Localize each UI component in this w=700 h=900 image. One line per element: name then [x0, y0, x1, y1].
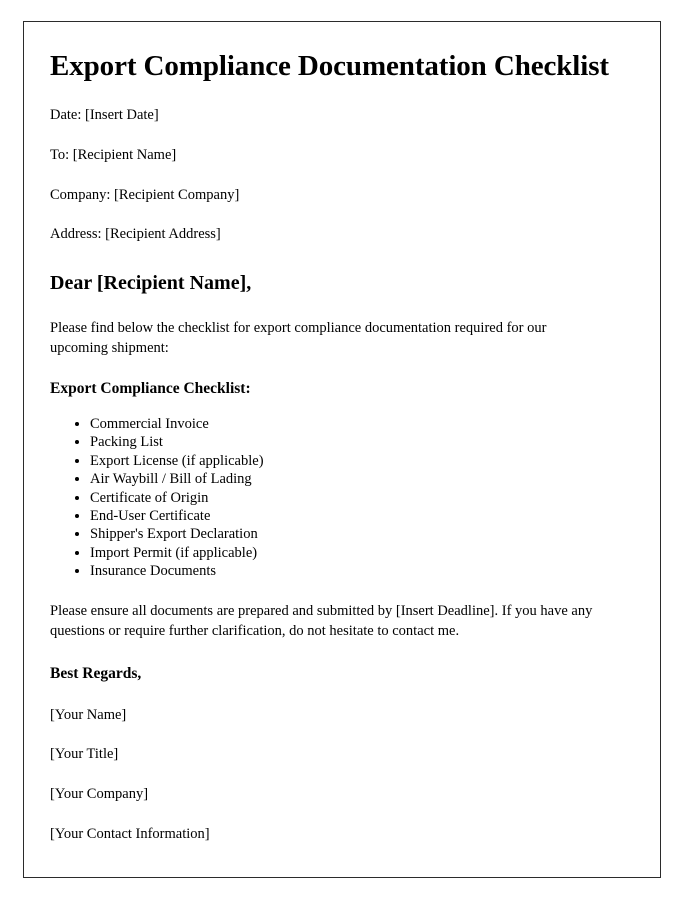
list-item: End-User Certificate — [90, 507, 622, 525]
signature-title: [Your Title] — [50, 746, 119, 763]
list-item: Export License (if applicable) — [90, 452, 622, 470]
intro-paragraph: Please find below the checklist for expo… — [50, 319, 547, 357]
signature-block: [Your Name] [Your Title] [Your Company] … — [50, 706, 622, 844]
closing-paragraph: Please ensure all documents are prepared… — [50, 602, 593, 640]
recipient-meta-block: Date: [Insert Date] To: [Recipient Name]… — [50, 106, 622, 244]
signature-name: [Your Name] — [50, 706, 127, 723]
meta-line-address: Address: [Recipient Address] — [50, 226, 221, 243]
list-item: Insurance Documents — [90, 562, 622, 580]
list-item: Certificate of Origin — [90, 489, 622, 507]
list-item: Shipper's Export Declaration — [90, 525, 622, 543]
signature-contact: [Your Contact Information] — [50, 825, 210, 842]
closing-salutation: Best Regards, — [50, 664, 142, 682]
checklist-heading: Export Compliance Checklist: — [50, 379, 251, 397]
meta-line-to: To: [Recipient Name] — [50, 146, 177, 163]
list-item: Commercial Invoice — [90, 415, 622, 433]
meta-line-date: Date: [Insert Date] — [50, 107, 159, 124]
signature-company: [Your Company] — [50, 786, 149, 802]
salutation: Dear [Recipient Name], — [50, 271, 252, 294]
list-item: Packing List — [90, 433, 622, 451]
document-body: Export Compliance Documentation Checklis… — [24, 22, 660, 864]
list-item: Import Permit (if applicable) — [90, 544, 622, 562]
meta-line-company: Company: [Recipient Company] — [50, 186, 240, 203]
document-page-frame: Export Compliance Documentation Checklis… — [23, 21, 661, 878]
checklist: Commercial Invoice Packing List Export L… — [50, 415, 622, 581]
page-title: Export Compliance Documentation Checklis… — [50, 50, 609, 82]
list-item: Air Waybill / Bill of Lading — [90, 470, 622, 488]
